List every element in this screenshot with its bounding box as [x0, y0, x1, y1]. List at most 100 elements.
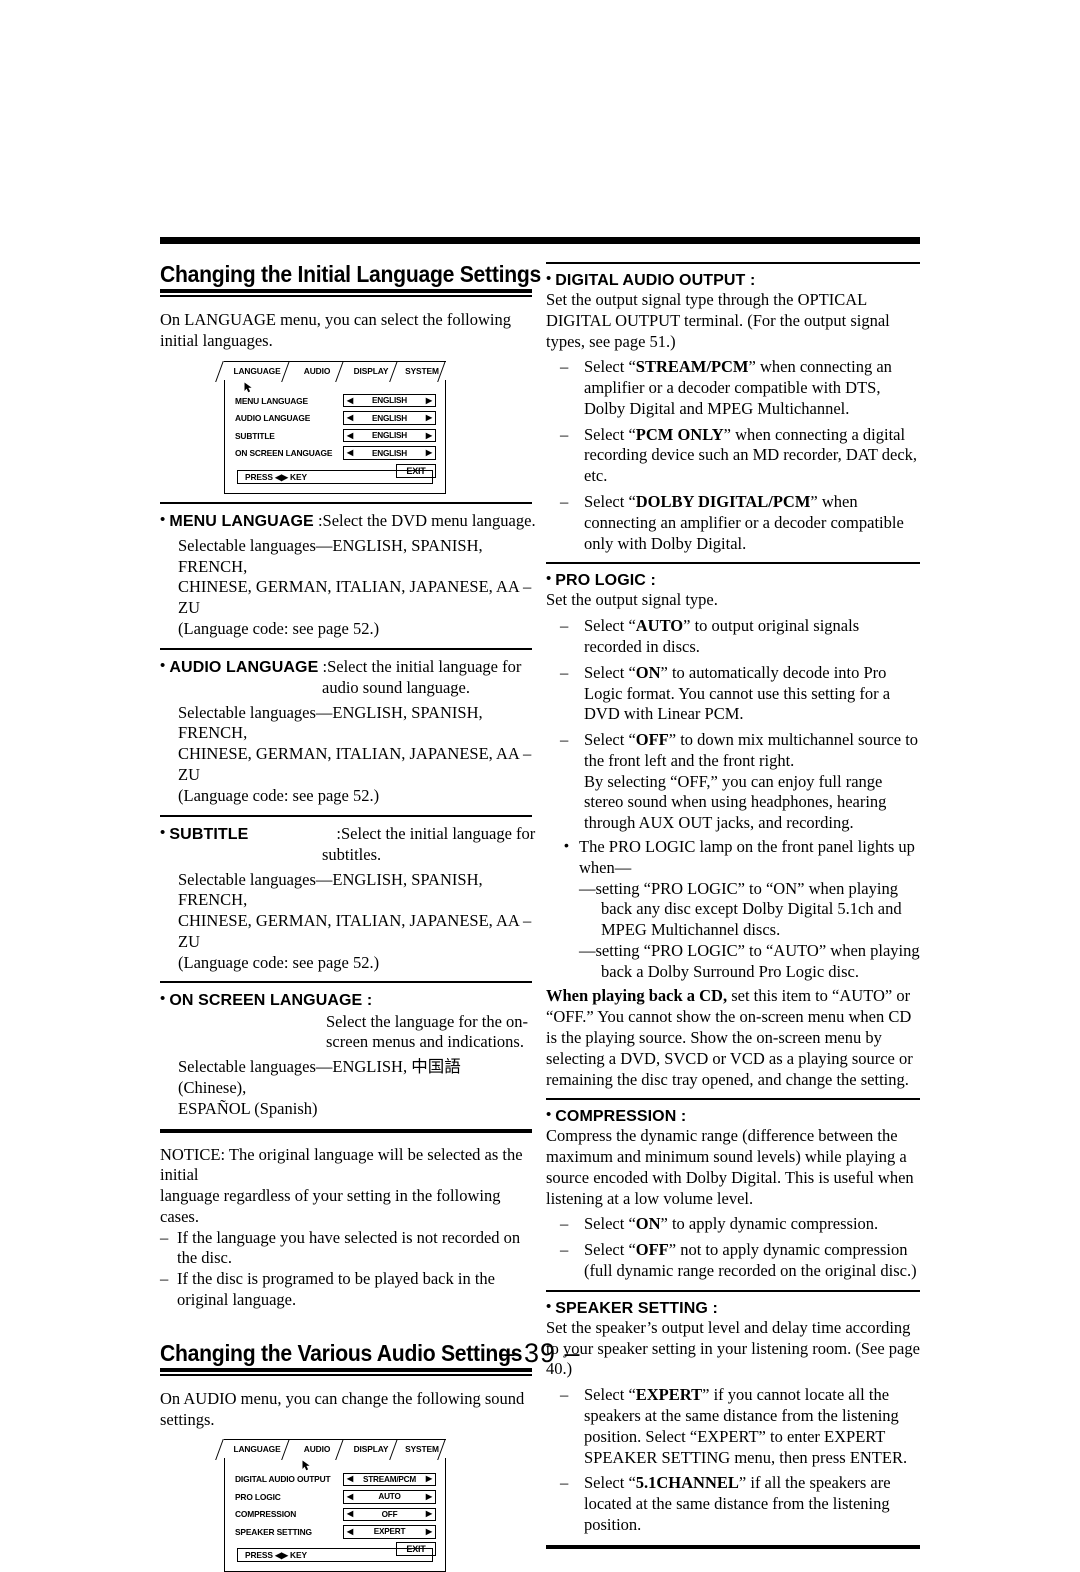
dash-glyph: – [160, 1269, 169, 1289]
lamp-subitem: —setting “PRO LOGIC” to “ON” when playin… [579, 878, 902, 940]
option-pre: Select “ [584, 424, 636, 444]
right-arrow-icon[interactable]: ▶ [426, 449, 432, 457]
right-arrow-icon[interactable]: ▶ [426, 1475, 432, 1483]
option-item: – Select “EXPERT” if you cannot locate a… [546, 1385, 920, 1468]
osd-tab-audio[interactable]: AUDIO [290, 1439, 353, 1461]
osd-audio-menu: LANGUAGE AUDIO DISPLAY SYSTEM DIGITAL AU… [215, 1439, 455, 1572]
option-value: OFF [635, 730, 669, 750]
osd-row[interactable]: SUBTITLE ◀ ENGLISH ▶ [235, 428, 436, 443]
list-line: (Language code: see page 52.) [178, 785, 380, 805]
osd-row-value[interactable]: ◀ ENGLISH ▶ [343, 428, 436, 443]
osd-tab-label: LANGUAGE [233, 365, 281, 376]
right-arrow-icon[interactable]: ▶ [426, 414, 432, 422]
tab-skew-right [437, 1439, 455, 1461]
option-item: – Select “ON” to automatically decode in… [546, 663, 920, 725]
osd-row-value[interactable]: ◀ OFF ▶ [343, 1507, 436, 1522]
cd-note-bold: When playing back a CD, [546, 986, 728, 1006]
section-divider-bottom [546, 1544, 920, 1549]
option-pre: Select “ [584, 357, 636, 377]
osd-tab-label: DISPLAY [353, 365, 389, 376]
osd-row[interactable]: COMPRESSION ◀ OFF ▶ [235, 1507, 436, 1522]
section-title: DIGITAL AUDIO OUTPUT : [555, 272, 756, 289]
osd-value-text: ENGLISH [372, 448, 407, 458]
right-arrow-icon[interactable]: ▶ [426, 1510, 432, 1518]
option-value: 5.1CHANNEL [635, 1473, 739, 1493]
entry-definition-cont: subtitles. [322, 844, 382, 864]
bullet-glyph: • [160, 823, 166, 841]
option-value: OFF [635, 1240, 669, 1260]
lamp-note-text: The PRO LOGIC lamp on the front panel li… [579, 836, 915, 877]
osd-row[interactable]: MENU LANGUAGE ◀ ENGLISH ▶ [235, 393, 436, 408]
right-arrow-icon[interactable]: ▶ [426, 431, 432, 440]
audio-intro-text: On AUDIO menu, you can change the follow… [160, 1388, 525, 1429]
dash-glyph: – [560, 357, 569, 377]
right-arrow-icon[interactable]: ▶ [426, 396, 432, 405]
osd-row[interactable]: SPEAKER SETTING ◀ EXPERT ▶ [235, 1525, 436, 1539]
osd-row[interactable]: DIGITAL AUDIO OUTPUT ◀ STREAM/PCM ▶ [235, 1472, 436, 1487]
section-head: • DIGITAL AUDIO OUTPUT : [546, 271, 920, 290]
osd-row-value[interactable]: ◀ EXPERT ▶ [343, 1525, 436, 1539]
option-pre: Select “ [584, 1240, 636, 1260]
cursor-arrow-icon [302, 1460, 310, 1471]
section-body: Compress the dynamic range (difference b… [546, 1126, 914, 1208]
section-divider-thick [160, 1128, 532, 1133]
option-value: DOLBY DIGITAL/PCM [635, 492, 811, 512]
entry-head: • SUBTITLE :Select the initial language f… [160, 823, 536, 845]
section-speaker-setting: • SPEAKER SETTING : Set the speaker’s ou… [546, 1299, 920, 1536]
section-head: • COMPRESSION : [546, 1107, 920, 1126]
cd-note: When playing back a CD, set this item to… [546, 986, 920, 1090]
osd-row-value[interactable]: ◀ STREAM/PCM ▶ [343, 1472, 436, 1487]
osd-tab-system[interactable]: SYSTEM [398, 1439, 455, 1461]
section-digital-audio-output: • DIGITAL AUDIO OUTPUT : Set the output … [546, 271, 920, 554]
entry-language-list: Selectable languages—ENGLISH, 中国語 (Chine… [178, 1057, 532, 1119]
osd-value-text: ENGLISH [372, 413, 407, 423]
dash-glyph: – [560, 492, 569, 512]
bullet-glyph: • [546, 270, 552, 287]
osd-row-value[interactable]: ◀ ENGLISH ▶ [343, 393, 436, 408]
osd-tab-audio[interactable]: AUDIO [290, 360, 353, 382]
notice-block: NOTICE: The original language will be se… [160, 1145, 532, 1311]
osd-row[interactable]: ON SCREEN LANGUAGE ◀ ENGLISH ▶ [235, 446, 436, 460]
osd-row-value[interactable]: ◀ ENGLISH ▶ [343, 446, 436, 460]
option-value: STREAM/PCM [635, 357, 749, 377]
right-arrow-icon[interactable]: ▶ [426, 1492, 432, 1501]
option-post: ” to apply dynamic compression. [660, 1214, 879, 1234]
osd-row-list: MENU LANGUAGE ◀ ENGLISH ▶ AUDIO LANGUAGE… [235, 393, 436, 478]
option-pre: Select “ [584, 662, 636, 682]
entry-term: SUBTITLE [169, 825, 249, 843]
osd-tab-system[interactable]: SYSTEM [398, 360, 455, 382]
list-line: CHINESE, GERMAN, ITALIAN, JAPANESE, AA –… [178, 744, 532, 785]
cursor-arrow-icon [244, 382, 252, 393]
entry-term: MENU LANGUAGE [169, 512, 314, 530]
lamp-subitem: —setting “PRO LOGIC” to “AUTO” when play… [579, 940, 920, 981]
entry-language-list: Selectable languages—ENGLISH, SPANISH, F… [178, 703, 532, 807]
option-pre: Select “ [584, 616, 636, 636]
page-number: – 39 – [499, 1338, 581, 1368]
osd-footer-hint: PRESS ◀▶ KEY [237, 469, 433, 484]
osd-tab-bar: LANGUAGE AUDIO DISPLAY SYSTEM [215, 1439, 455, 1461]
entry-head: • ON SCREEN LANGUAGE : [160, 990, 532, 1011]
dash-glyph: – [560, 616, 569, 636]
dash-glyph: – [560, 1385, 569, 1405]
osd-tab-language[interactable]: LANGUAGE [215, 360, 299, 382]
tab-skew-left [215, 1439, 233, 1461]
list-line: Selectable languages—ENGLISH, SPANISH, F… [178, 869, 483, 910]
section-divider [160, 981, 532, 984]
entry-on-screen-language: • ON SCREEN LANGUAGE : Select the langua… [160, 990, 532, 1119]
list-line: CHINESE, GERMAN, ITALIAN, JAPANESE, AA –… [178, 911, 532, 951]
entry-definition-line1: Select the language for the on- [326, 1011, 529, 1031]
osd-row[interactable]: AUDIO LANGUAGE ◀ ENGLISH ▶ [235, 411, 436, 425]
right-arrow-icon[interactable]: ▶ [426, 1527, 432, 1536]
entry-head: • MENU LANGUAGE :Select the DVD menu lan… [160, 511, 536, 532]
notice-item-text: If the language you have selected is not… [177, 1227, 521, 1268]
osd-tab-language[interactable]: LANGUAGE [215, 1439, 299, 1461]
osd-tab-bar: LANGUAGE AUDIO DISPLAY SYSTEM [215, 360, 455, 382]
entry-definition: :Select the initial language for [336, 823, 536, 843]
osd-row[interactable]: PRO LOGIC ◀ AUTO ▶ [235, 1490, 436, 1504]
osd-row-value[interactable]: ◀ ENGLISH ▶ [343, 411, 436, 425]
osd-tab-display[interactable]: DISPLAY [344, 1439, 407, 1461]
osd-row-value[interactable]: ◀ AUTO ▶ [343, 1490, 436, 1504]
osd-tab-display[interactable]: DISPLAY [344, 360, 407, 382]
entry-subtitle: • SUBTITLE :Select the initial language f… [160, 823, 536, 974]
